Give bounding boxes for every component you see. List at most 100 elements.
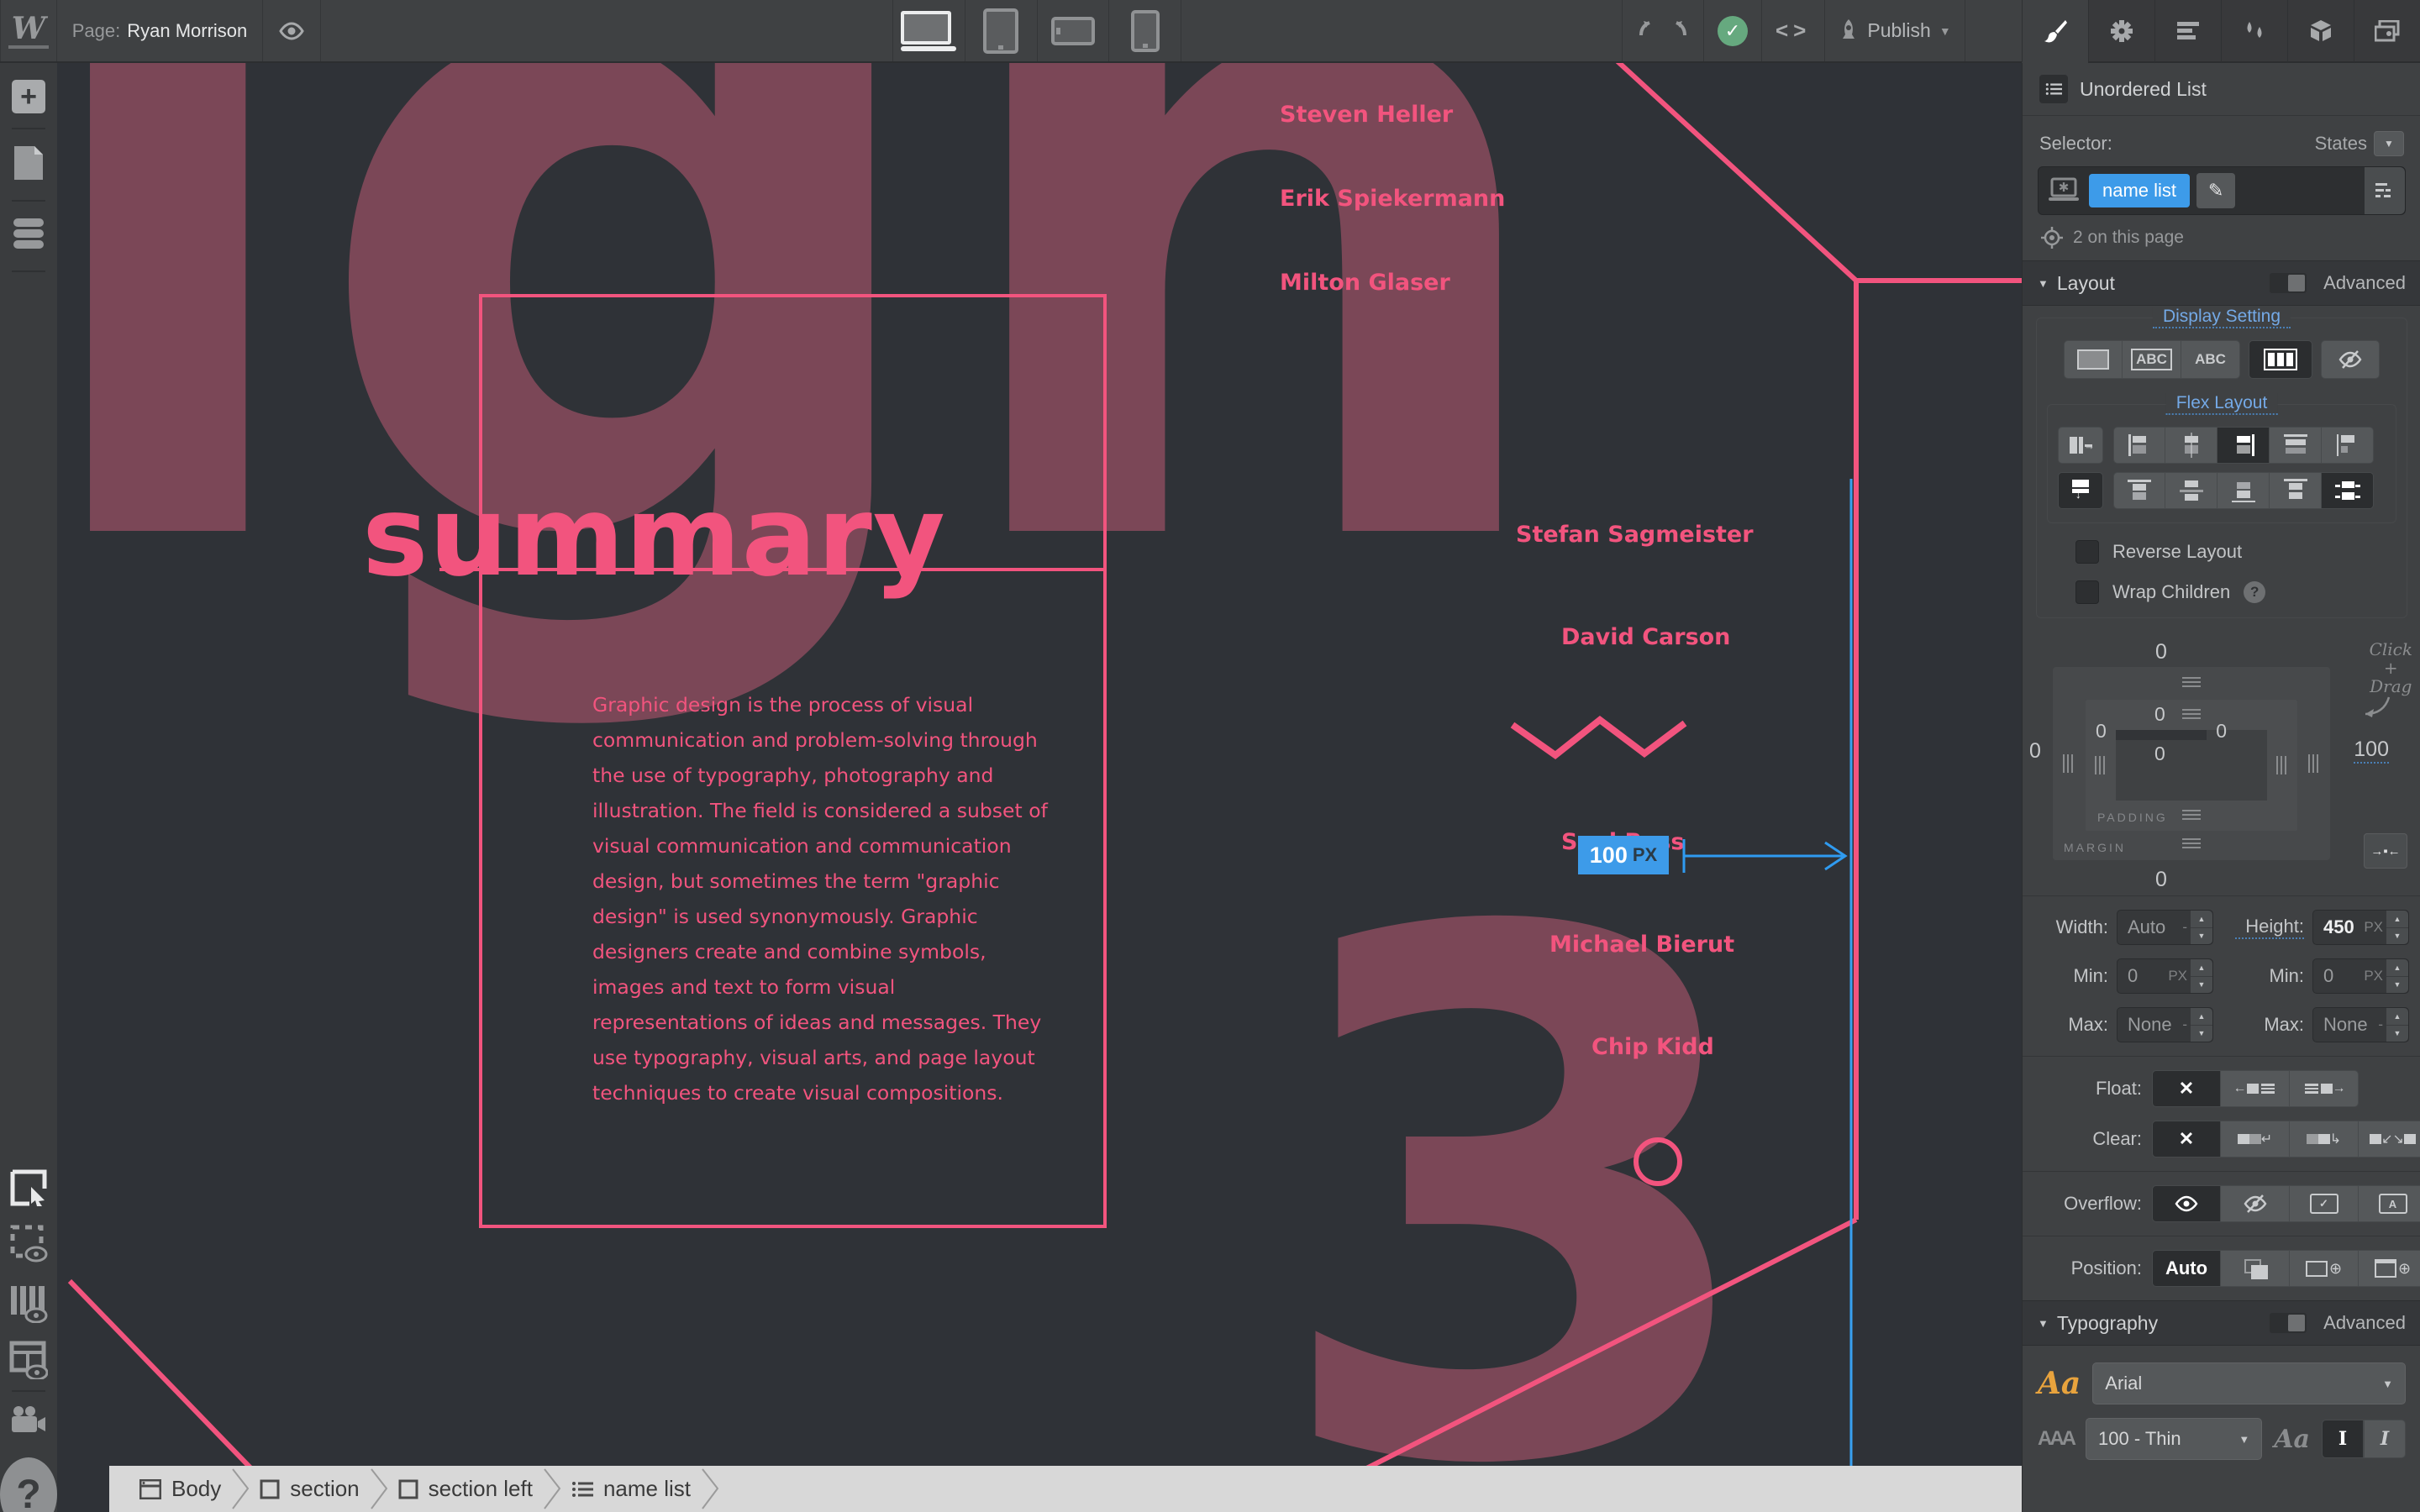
- reverse-layout-checkbox[interactable]: [2075, 540, 2099, 564]
- page-selector[interactable]: Page: Ryan Morrison: [57, 0, 262, 61]
- tab-interactions[interactable]: [2221, 0, 2287, 63]
- max-height-field[interactable]: None - ▲ ▼: [2312, 1007, 2409, 1042]
- max-height-stepper[interactable]: ▲ ▼: [2386, 1008, 2408, 1042]
- font-family-select[interactable]: Arial ▼: [2092, 1362, 2406, 1404]
- overflow-visible-button[interactable]: [2152, 1185, 2221, 1222]
- tab-style[interactable]: [2022, 0, 2088, 63]
- padding-top-value[interactable]: 0: [2154, 703, 2165, 726]
- redo-icon[interactable]: [1668, 20, 1690, 42]
- class-selector-input[interactable]: ✱ name list ✎: [2038, 166, 2406, 215]
- margin-bottom-handle[interactable]: [2182, 838, 2201, 850]
- margin-left-value[interactable]: 0: [2029, 739, 2041, 764]
- display-setting-link[interactable]: Display Setting: [2152, 307, 2291, 328]
- tab-element-settings[interactable]: [2154, 0, 2221, 63]
- max-width-field[interactable]: None - ▲ ▼: [2117, 1007, 2213, 1042]
- advanced-toggle[interactable]: [2270, 1313, 2307, 1333]
- margin-top-value[interactable]: 0: [2155, 640, 2167, 664]
- min-height-stepper[interactable]: ▲ ▼: [2386, 959, 2408, 993]
- padding-left-value[interactable]: 0: [2096, 720, 2107, 743]
- breadcrumb-item-name-list[interactable]: name list: [563, 1476, 699, 1502]
- justify-start-button[interactable]: [2113, 472, 2165, 509]
- position-auto-button[interactable]: Auto: [2152, 1250, 2221, 1287]
- video-tutorials-button[interactable]: [0, 1405, 57, 1434]
- margin-left-handle[interactable]: [2063, 754, 2075, 773]
- guides-visibility-button[interactable]: [0, 1284, 57, 1323]
- display-block-button[interactable]: [2064, 340, 2123, 379]
- flex-direction-vertical-button[interactable]: ↓: [2058, 472, 2103, 509]
- reverse-layout-option[interactable]: Reverse Layout: [2075, 540, 2396, 564]
- typography-section-header[interactable]: ▼ Typography Advanced: [2023, 1300, 2420, 1346]
- flex-layout-link[interactable]: Flex Layout: [2165, 393, 2278, 415]
- xray-mode-button[interactable]: [0, 1224, 57, 1263]
- pages-button[interactable]: [0, 144, 57, 181]
- help-tooltip-icon[interactable]: ?: [2244, 581, 2266, 603]
- breakpoint-phone-portrait[interactable]: [1108, 0, 1181, 61]
- height-stepper[interactable]: ▲ ▼: [2386, 911, 2408, 944]
- tab-assets[interactable]: [2287, 0, 2354, 63]
- justify-space-around-button[interactable]: [2322, 472, 2374, 509]
- display-flex-button[interactable]: [2249, 340, 2312, 379]
- add-element-button[interactable]: +: [0, 80, 57, 113]
- wrap-children-option[interactable]: Wrap Children ?: [2075, 580, 2396, 604]
- element-edges-button[interactable]: [0, 1341, 57, 1379]
- padding-bottom-value[interactable]: 0: [2154, 743, 2165, 765]
- position-absolute-button[interactable]: ⊕: [2290, 1250, 2359, 1287]
- margin-right-handle[interactable]: [2308, 754, 2320, 773]
- edit-class-button[interactable]: ✎: [2196, 173, 2236, 208]
- justify-space-between-button[interactable]: [2270, 472, 2322, 509]
- breakpoint-tablet[interactable]: [964, 0, 1037, 61]
- margin-right-value[interactable]: 100: [2354, 738, 2389, 764]
- justify-center-button[interactable]: [2165, 472, 2217, 509]
- display-inline-block-button[interactable]: ABC: [2123, 340, 2181, 379]
- clear-both-button[interactable]: ↙↘: [2359, 1121, 2420, 1158]
- float-right-button[interactable]: →: [2290, 1070, 2359, 1107]
- breakpoint-desktop[interactable]: [892, 0, 965, 61]
- padding-left-handle[interactable]: [2095, 756, 2107, 774]
- states-dropdown[interactable]: States ▼: [2315, 131, 2404, 156]
- padding-right-handle[interactable]: [2276, 756, 2288, 774]
- breakpoint-phone-landscape[interactable]: [1036, 0, 1109, 61]
- float-none-button[interactable]: ✕: [2152, 1070, 2221, 1107]
- publish-button[interactable]: Publish ▼: [1825, 0, 1965, 61]
- export-code-button[interactable]: <>: [1762, 0, 1826, 61]
- min-height-field[interactable]: 0 PX ▲ ▼: [2312, 958, 2409, 994]
- min-width-field[interactable]: 0 PX ▲ ▼: [2117, 958, 2213, 994]
- collapse-values-button[interactable]: →▪←: [2364, 833, 2407, 869]
- margin-top-handle[interactable]: [2182, 677, 2201, 689]
- advanced-toggle[interactable]: [2270, 273, 2307, 293]
- margin-ring[interactable]: MARGIN PADDING 0 0 0 0: [2053, 667, 2330, 860]
- undo-icon[interactable]: [1636, 20, 1658, 42]
- breadcrumb-item-body[interactable]: Body: [131, 1476, 229, 1502]
- tab-settings[interactable]: [2088, 0, 2154, 63]
- clear-none-button[interactable]: ✕: [2152, 1121, 2221, 1158]
- padding-bottom-handle[interactable]: [2182, 810, 2201, 822]
- webflow-menu-button[interactable]: W: [0, 0, 57, 61]
- states-chevron-button[interactable]: ▼: [2374, 131, 2404, 156]
- breadcrumb-item-section[interactable]: section: [251, 1476, 367, 1502]
- position-fixed-button[interactable]: ⊕: [2359, 1250, 2420, 1287]
- class-token[interactable]: name list: [2089, 174, 2191, 207]
- width-stepper[interactable]: ▲ ▼: [2191, 911, 2212, 944]
- display-none-button[interactable]: [2321, 340, 2380, 379]
- tab-images[interactable]: [2354, 0, 2420, 63]
- wrap-children-checkbox[interactable]: [2075, 580, 2099, 604]
- align-center-button[interactable]: [2165, 427, 2217, 464]
- help-button[interactable]: ?: [0, 1457, 57, 1512]
- margin-bottom-value[interactable]: 0: [2155, 868, 2167, 892]
- overflow-auto-button[interactable]: A: [2359, 1185, 2420, 1222]
- justify-end-button[interactable]: [2217, 472, 2270, 509]
- max-width-stepper[interactable]: ▲ ▼: [2191, 1008, 2212, 1042]
- breadcrumb-item-section-left[interactable]: section left: [390, 1476, 541, 1502]
- display-inline-button[interactable]: ABC: [2181, 340, 2240, 379]
- edit-mode-tool[interactable]: [0, 1168, 57, 1207]
- font-weight-select[interactable]: 100 - Thin ▼: [2086, 1418, 2263, 1460]
- align-stretch-button[interactable]: [2270, 427, 2322, 464]
- layout-section-header[interactable]: ▼ Layout Advanced: [2023, 260, 2420, 306]
- position-relative-button[interactable]: [2221, 1250, 2290, 1287]
- align-start-button[interactable]: [2113, 427, 2165, 464]
- min-width-stepper[interactable]: ▲ ▼: [2191, 959, 2212, 993]
- regular-style-button[interactable]: I: [2322, 1420, 2364, 1458]
- width-field[interactable]: Auto - ▲ ▼: [2117, 910, 2213, 945]
- design-canvas[interactable]: ign 3 summary Graphic design is the proc…: [57, 61, 2022, 1466]
- padding-top-handle[interactable]: [2182, 709, 2201, 721]
